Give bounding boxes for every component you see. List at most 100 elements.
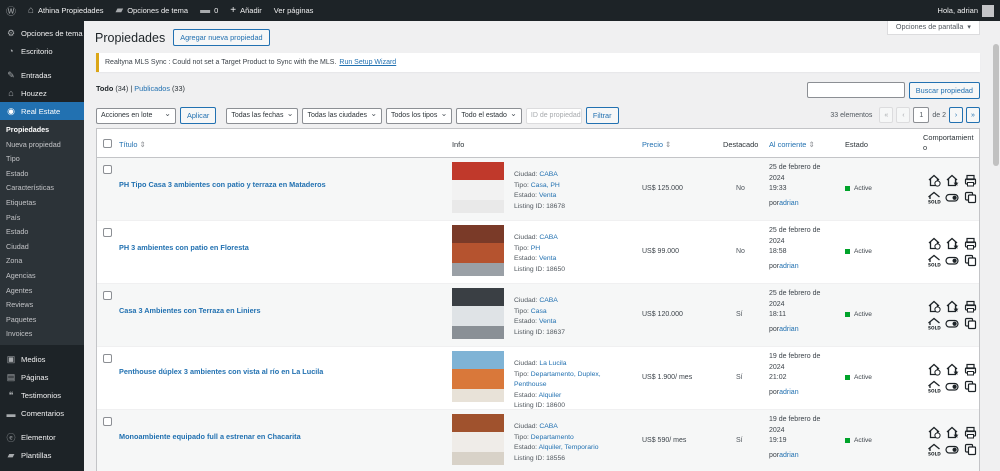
property-thumbnail[interactable] [452,288,504,339]
toggle-icon[interactable] [945,254,959,267]
submenu-new-property[interactable]: Nueva propiedad [0,138,84,153]
sold-icon[interactable]: SOLD [927,254,941,267]
featured-home-icon[interactable] [945,174,959,187]
row-checkbox[interactable] [103,291,112,300]
first-page-button[interactable]: « [879,107,894,123]
submenu-properties[interactable]: Propiedades [0,123,84,138]
author-link[interactable]: adrian [779,326,798,333]
prev-page-button[interactable]: ‹ [896,107,911,123]
toggle-icon[interactable] [945,317,959,330]
setup-wizard-link[interactable]: Run Setup Wizard [339,59,396,66]
duplicate-home-icon[interactable] [927,363,941,376]
property-thumbnail[interactable] [452,162,504,213]
account-menu[interactable]: Hola, adrian [938,4,1000,17]
status-link[interactable]: Alquiler [539,392,562,399]
sidebar-item-dashboard[interactable]: ◔ Escritorio [0,42,84,60]
sidebar-item-media[interactable]: ▣ Medios [0,351,84,369]
property-title-link[interactable]: Monoambiente equipado full a estrenar en… [119,432,301,441]
row-checkbox[interactable] [103,165,112,174]
row-checkbox[interactable] [103,228,112,237]
sort-price-link[interactable]: Precio ⇕ [642,140,671,149]
copy-icon[interactable] [963,317,977,330]
author-link[interactable]: adrian [779,263,798,270]
submenu-agencies[interactable]: Agencias [0,269,84,284]
next-page-button[interactable]: › [949,107,963,123]
sold-icon[interactable]: SOLD [927,443,941,456]
sold-icon[interactable]: SOLD [927,380,941,393]
print-icon[interactable] [963,237,977,250]
property-thumbnail[interactable] [452,414,504,465]
property-title-link[interactable]: Penthouse dúplex 3 ambientes con vista a… [119,367,323,376]
featured-home-icon[interactable] [945,426,959,439]
toggle-icon[interactable] [945,191,959,204]
print-icon[interactable] [963,300,977,313]
copy-icon[interactable] [963,380,977,393]
scrollbar-thumb[interactable] [993,44,999,166]
sidebar-item-theme-options[interactable]: ⚙ Opciones de tema [0,24,84,42]
copy-icon[interactable] [963,191,977,204]
add-new-link[interactable]: + Añadir [224,0,268,21]
row-checkbox[interactable] [103,354,112,363]
theme-options-link[interactable]: ▰ Opciones de tema [110,0,195,21]
author-link[interactable]: adrian [779,452,798,459]
search-input[interactable] [806,82,905,98]
print-icon[interactable] [963,174,977,187]
city-filter-select[interactable]: Todas las ciudades [302,107,383,124]
city-link[interactable]: CABA [539,234,558,241]
property-title-link[interactable]: PH 3 ambientes con patio en Floresta [119,243,249,252]
type-link[interactable]: Departamento [531,434,574,441]
filter-published-link[interactable]: Publicados [134,84,170,93]
sidebar-item-houzez[interactable]: ⌂ Houzez [0,84,84,102]
view-pages-link[interactable]: Ver páginas [268,0,320,21]
status-filter-select[interactable]: Todo el estado [456,107,522,124]
current-page-input[interactable]: 1 [913,107,930,123]
property-title-link[interactable]: PH Tipo Casa 3 ambientes con patio y ter… [119,180,326,189]
duplicate-home-icon[interactable] [927,426,941,439]
type-link[interactable]: Casa [531,308,547,315]
filter-all-link[interactable]: Todo [96,84,113,93]
type-filter-select[interactable]: Todos los tipos [386,107,453,124]
featured-home-icon[interactable] [945,300,959,313]
add-property-button[interactable]: Agregar nueva propiedad [173,29,270,46]
submenu-country[interactable]: País [0,211,84,226]
wordpress-logo-button[interactable]: Ⓦ [0,0,22,21]
city-link[interactable]: CABA [539,423,558,430]
submenu-invoices[interactable]: Invoices [0,327,84,342]
sidebar-item-pages[interactable]: ▤ Páginas [0,369,84,387]
duplicate-home-icon[interactable] [927,174,941,187]
type-link[interactable]: PH [531,245,540,252]
print-icon[interactable] [963,363,977,376]
filter-button[interactable]: Filtrar [585,107,619,124]
property-thumbnail[interactable] [452,225,504,276]
screen-options-button[interactable]: Opciones de pantalla ▾ [886,21,980,35]
sort-date-link[interactable]: Al corriente ⇕ [769,140,815,149]
submenu-packages[interactable]: Paquetes [0,313,84,328]
sold-icon[interactable]: SOLD [927,191,941,204]
submenu-tags[interactable]: Etiquetas [0,196,84,211]
print-icon[interactable] [963,426,977,439]
property-thumbnail[interactable] [452,351,504,402]
featured-home-icon[interactable] [945,363,959,376]
status-link[interactable]: Venta [539,255,556,262]
duplicate-home-icon[interactable] [927,300,941,313]
author-link[interactable]: adrian [779,389,798,396]
sidebar-item-posts[interactable]: ✎ Entradas [0,66,84,84]
sidebar-item-elementor[interactable]: ⓔ Elementor [0,429,84,447]
copy-icon[interactable] [963,443,977,456]
comments-link[interactable]: ▬ 0 [194,0,224,21]
city-link[interactable]: La Lucila [539,360,566,367]
bulk-actions-select[interactable]: Acciones en lote [96,107,176,124]
sidebar-item-comments[interactable]: ▬ Comentarios [0,405,84,423]
sold-icon[interactable]: SOLD [927,317,941,330]
duplicate-home-icon[interactable] [927,237,941,250]
page-scrollbar[interactable] [992,21,1000,471]
author-link[interactable]: adrian [779,200,798,207]
select-all-checkbox[interactable] [103,139,112,148]
toggle-icon[interactable] [945,443,959,456]
property-id-input[interactable]: ID de propiedad [525,107,582,124]
submenu-features[interactable]: Características [0,181,84,196]
date-filter-select[interactable]: Todas las fechas [226,107,299,124]
status-link[interactable]: Venta [539,318,556,325]
sidebar-item-real-estate[interactable]: ◉ Real Estate [0,102,84,120]
type-link[interactable]: Casa, PH [531,182,560,189]
